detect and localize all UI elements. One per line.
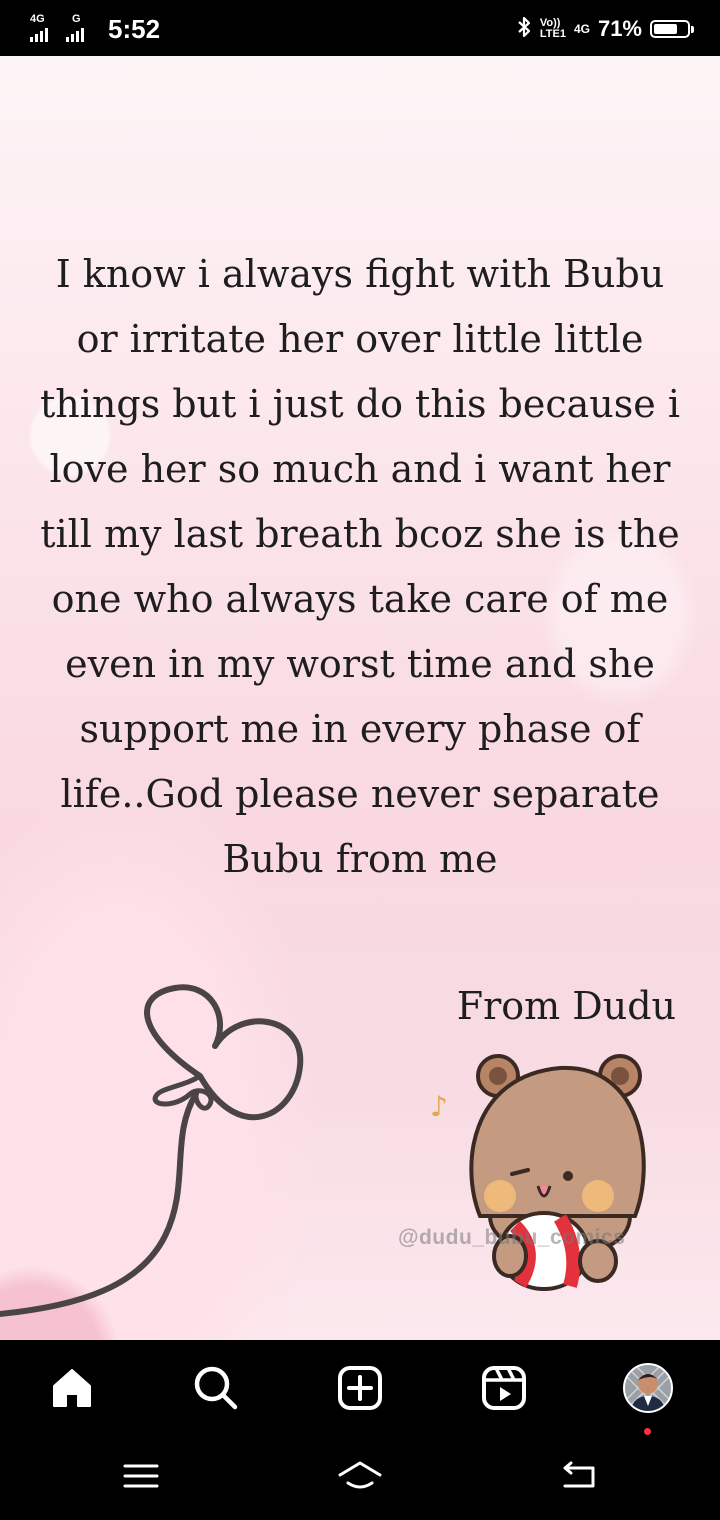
battery-level — [654, 24, 677, 34]
battery-icon — [650, 20, 694, 38]
search-icon — [191, 1363, 241, 1417]
bottom-navigation — [0, 1340, 720, 1444]
status-bar: 4G G 5:52 Vo)) LTE1 4G 71% — [0, 0, 720, 56]
back-button[interactable] — [554, 1458, 604, 1498]
post-quote-text: I know i always fight with Bubu or irrit… — [40, 252, 680, 881]
volte-indicator: Vo)) LTE1 — [540, 18, 566, 40]
clock: 5:52 — [108, 13, 161, 44]
sim1-network-label: 4G — [30, 13, 45, 25]
signal-icon: G — [66, 14, 96, 44]
bluetooth-icon — [516, 15, 532, 44]
recent-apps-button[interactable] — [116, 1458, 166, 1498]
plus-square-icon — [336, 1364, 384, 1416]
battery-percent: 71% — [597, 16, 642, 41]
data-network-label: 4G — [573, 22, 590, 36]
post-signature: From Dudu — [456, 984, 676, 1028]
search-button[interactable] — [188, 1362, 244, 1418]
signal-icon: 4G — [30, 14, 60, 44]
reels-button[interactable] — [476, 1362, 532, 1418]
home-button[interactable] — [44, 1362, 100, 1418]
system-navigation-bar — [0, 1444, 720, 1520]
menu-icon — [123, 1462, 159, 1494]
create-button[interactable] — [332, 1362, 388, 1418]
bear-character-icon: ♪ — [430, 1054, 646, 1291]
post-watermark: @dudu_bubu_comics — [398, 1226, 626, 1249]
back-icon — [559, 1460, 599, 1496]
sim2-network-label: G — [72, 13, 81, 25]
home-icon — [48, 1364, 96, 1416]
home-gesture-button[interactable] — [335, 1458, 385, 1498]
post-image[interactable]: I know i always fight with Bubu or irrit… — [0, 56, 720, 1340]
profile-button[interactable] — [620, 1362, 676, 1418]
notification-dot — [644, 1428, 651, 1435]
svg-text:♪: ♪ — [430, 1090, 448, 1123]
lte-label: LTE1 — [539, 28, 566, 40]
heart-balloon-icon — [0, 984, 304, 1317]
avatar — [622, 1362, 674, 1418]
reels-icon — [480, 1364, 528, 1416]
home-gesture-icon — [336, 1459, 384, 1497]
